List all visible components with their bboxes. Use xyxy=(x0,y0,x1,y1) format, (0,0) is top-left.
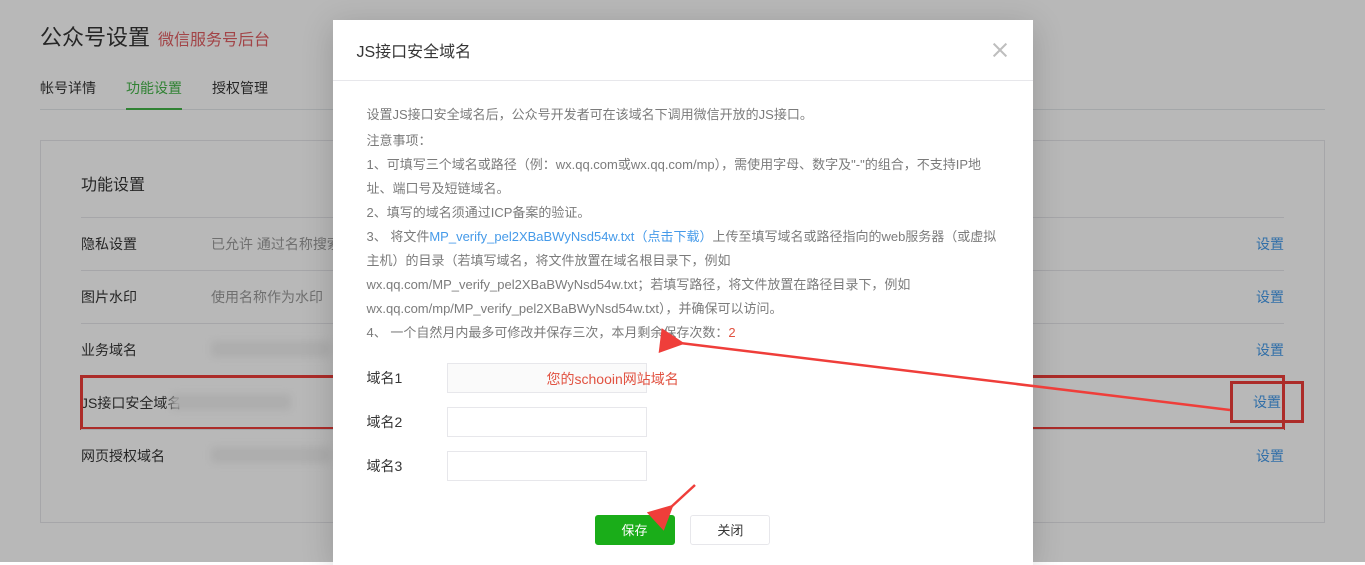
js-domain-modal: JS接口安全域名 设置JS接口安全域名后，公众号开发者可在该域名下调用微信开放的… xyxy=(333,20,1033,565)
modal-title: JS接口安全域名 xyxy=(357,38,472,62)
domain-form: 域名1 您的schooin网站域名 域名2 域名3 xyxy=(333,355,1033,505)
modal-intro: 设置JS接口安全域名后，公众号开发者可在该域名下调用微信开放的JS接口。 xyxy=(367,103,999,127)
form-row-domain1: 域名1 您的schooin网站域名 xyxy=(367,363,999,393)
save-button[interactable]: 保存 xyxy=(595,515,675,545)
modal-note-4: 4、 一个自然月内最多可修改并保存三次，本月剩余保存次数：2 xyxy=(367,321,999,345)
modal-overlay: JS接口安全域名 设置JS接口安全域名后，公众号开发者可在该域名下调用微信开放的… xyxy=(0,0,1365,562)
close-icon[interactable] xyxy=(991,41,1009,59)
form-row-domain3: 域名3 xyxy=(367,451,999,481)
remaining-count: 2 xyxy=(728,325,735,340)
form-label: 域名3 xyxy=(367,456,447,476)
form-row-domain2: 域名2 xyxy=(367,407,999,437)
modal-note-3: 3、 将文件MP_verify_pel2XBaBWyNsd54w.txt（点击下… xyxy=(367,225,999,321)
modal-footer: 保存 关闭 xyxy=(333,505,1033,565)
modal-note-2: 2、填写的域名须通过ICP备案的验证。 xyxy=(367,201,999,225)
modal-body: 设置JS接口安全域名后，公众号开发者可在该域名下调用微信开放的JS接口。 注意事… xyxy=(333,81,1033,355)
domain2-input[interactable] xyxy=(447,407,647,437)
form-label: 域名2 xyxy=(367,412,447,432)
modal-note-1: 1、可填写三个域名或路径（例：wx.qq.com或wx.qq.com/mp），需… xyxy=(367,153,999,201)
modal-header: JS接口安全域名 xyxy=(333,20,1033,81)
modal-note-head: 注意事项： xyxy=(367,129,999,153)
download-link[interactable]: （点击下载） xyxy=(634,229,712,244)
domain3-input[interactable] xyxy=(447,451,647,481)
close-button[interactable]: 关闭 xyxy=(690,515,770,545)
form-label: 域名1 xyxy=(367,368,447,388)
domain1-input[interactable] xyxy=(447,363,647,393)
verify-file-link[interactable]: MP_verify_pel2XBaBWyNsd54w.txt xyxy=(429,229,634,244)
